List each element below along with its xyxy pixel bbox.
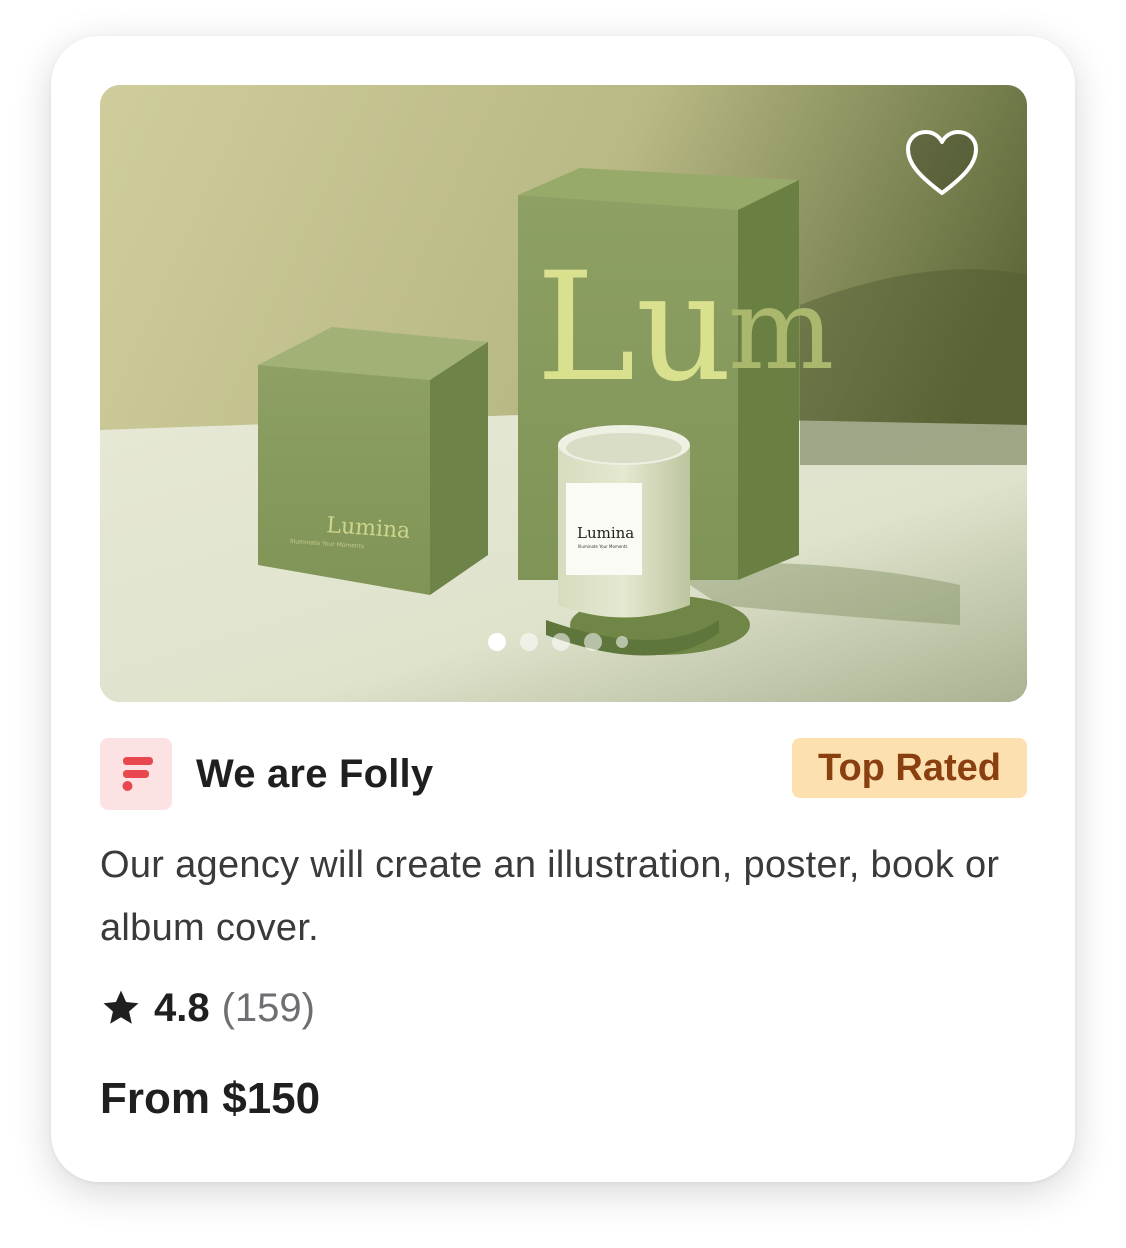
- gig-description[interactable]: Our agency will create an illustration, …: [100, 834, 1027, 960]
- rating-count: (159): [221, 985, 315, 1030]
- candle-product-photo: Lumina Illuminate Your Moments Lu m Lumi…: [100, 85, 1027, 702]
- price: From $150: [100, 1074, 321, 1123]
- gig-image-carousel[interactable]: Lumina Illuminate Your Moments Lu m Lumi…: [100, 85, 1027, 702]
- top-rated-badge: Top Rated: [792, 738, 1027, 798]
- carousel-dot-2[interactable]: [520, 633, 538, 651]
- svg-text:Lu: Lu: [536, 241, 732, 415]
- rating-score: 4.8: [154, 985, 210, 1030]
- carousel-indicators: [488, 633, 628, 651]
- svg-text:m: m: [728, 265, 834, 395]
- star-icon: [103, 990, 139, 1024]
- seller-row: We are Folly Top Rated: [100, 738, 1027, 810]
- svg-text:Lumina: Lumina: [577, 524, 634, 542]
- carousel-dot-1[interactable]: [488, 633, 506, 651]
- folly-f-logo-icon: [122, 757, 153, 791]
- gig-card[interactable]: Lumina Illuminate Your Moments Lu m Lumi…: [51, 36, 1075, 1182]
- seller-logo[interactable]: [100, 738, 172, 810]
- seller-name[interactable]: We are Folly: [196, 752, 433, 797]
- carousel-dot-3[interactable]: [552, 633, 570, 651]
- carousel-dot-5[interactable]: [616, 636, 628, 648]
- carousel-dot-4[interactable]: [584, 633, 602, 651]
- favorite-heart-icon[interactable]: [904, 129, 980, 199]
- rating: 4.8 (159): [100, 980, 315, 1036]
- svg-text:Illuminate Your Moments: Illuminate Your Moments: [578, 544, 628, 549]
